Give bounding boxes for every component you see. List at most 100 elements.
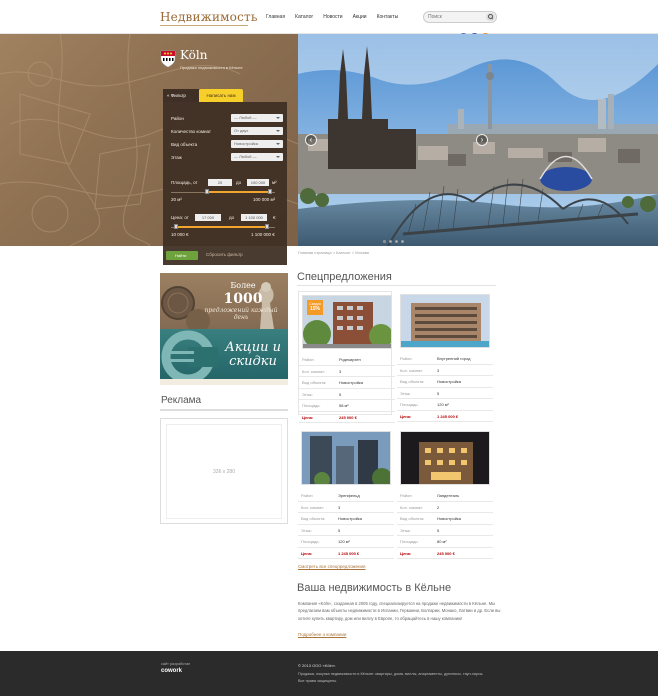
spec-row-district: Район: Родекирхен xyxy=(299,354,395,366)
search-icon[interactable] xyxy=(486,13,495,21)
offer-specs: Район: Эренфельд Кол. комнат: 3 Вид объект… xyxy=(298,490,394,559)
area-max-handle[interactable] xyxy=(267,189,272,194)
reset-filter-link[interactable]: Сбросить фильтр xyxy=(206,252,243,257)
nav-contacts[interactable]: Контакты xyxy=(377,14,399,20)
price-min-handle[interactable] xyxy=(174,224,179,229)
area-unit: м² xyxy=(272,180,277,185)
site-logo[interactable]: Недвижимость xyxy=(160,10,258,24)
spec-value: 5 xyxy=(437,390,440,396)
offer-specs: Район: Ланденталь Кол. комнат: 2 Вид объек… xyxy=(397,490,493,559)
spec-key: Кол. комнат: xyxy=(400,504,424,510)
ad-banner[interactable]: 336 x 280 xyxy=(160,418,288,524)
price-min-label: 10 000 € xyxy=(171,232,189,237)
nav-promotions[interactable]: Акции xyxy=(353,14,367,20)
spec-row-floor: Этаж: 5 xyxy=(299,389,395,400)
spec-price: 1 245 000 € xyxy=(437,413,459,419)
promo-offers-line1: Более xyxy=(230,281,256,290)
offer-card[interactable]: Скидка 15% Район: Родекирхен Кол. комнат: 3… xyxy=(298,291,395,423)
nav-news[interactable]: Новости xyxy=(323,14,342,20)
slider-prev-button[interactable]: ‹ xyxy=(305,134,317,146)
logo-underline xyxy=(160,25,248,26)
main-nav: Главная Каталог Новости Акции Контакты xyxy=(266,14,398,20)
building-photo xyxy=(401,432,489,484)
all-special-offers-link[interactable]: Смотреть все спецпредложения xyxy=(298,564,365,569)
nav-catalog[interactable]: Каталог xyxy=(295,14,313,20)
nav-home[interactable]: Главная xyxy=(266,14,285,20)
spec-key: Этаж: xyxy=(302,391,313,397)
offer-card[interactable]: Район: Эренфельд Кол. комнат: 3 Вид объект… xyxy=(298,428,394,559)
footer-description-line1: Продажа, покупка недвижимости в Кёльне: … xyxy=(298,672,484,676)
slider-next-button[interactable]: › xyxy=(476,134,488,146)
spec-row-price: Цена: 245 000 € xyxy=(299,412,395,423)
filter-row-type: Вид объекта Новостройка xyxy=(171,140,283,149)
spec-row-type: Вид объекта: Новостройка xyxy=(298,513,394,525)
price-to-label: до xyxy=(229,215,235,220)
offer-photo[interactable]: Скидка 15% xyxy=(302,295,392,349)
spec-row-rooms: Кол. комнат: 3 xyxy=(397,365,493,376)
spec-key: Цена: xyxy=(302,414,314,420)
tab-write-us[interactable]: Написать нам xyxy=(199,89,243,102)
slider-dot[interactable] xyxy=(389,240,392,243)
rooms-select[interactable]: От двух xyxy=(231,127,283,135)
spec-value: Новостройка xyxy=(338,516,362,521)
spec-key: Район: xyxy=(302,357,315,362)
filter-row-floor: Этаж — Любой — xyxy=(171,153,283,162)
district-label: Район xyxy=(171,116,184,121)
area-label: Площадь, от xyxy=(171,180,198,185)
spec-key: Этаж: xyxy=(400,390,411,396)
offer-specs: Район: Родекирхен Кол. комнат: 3 Вид объек… xyxy=(299,354,395,423)
floor-select[interactable]: — Любой — xyxy=(231,153,283,161)
floor-label: Этаж xyxy=(171,155,182,160)
slider-dot[interactable] xyxy=(395,240,398,243)
area-to-input[interactable]: 100 000 xyxy=(247,179,269,186)
offer-photo[interactable] xyxy=(400,294,490,348)
find-button[interactable]: Найти xyxy=(166,251,198,260)
spec-row-floor: Этаж: 5 xyxy=(397,525,493,536)
slider-dot[interactable] xyxy=(401,240,404,243)
about-title: Ваша недвижимость в Кёльне xyxy=(297,582,452,594)
spec-key: Площадь: xyxy=(302,403,321,408)
offer-specs: Район: Внутренний город Кол. комнат: 3 Вид… xyxy=(397,353,493,422)
footer-description: Продажа, покупка недвижимости в Кёльне: … xyxy=(298,671,508,684)
area-track-fill xyxy=(207,191,270,193)
spec-row-area: Площадь: 58 м² xyxy=(299,400,395,412)
about-more-link[interactable]: Подробнее о компании xyxy=(298,632,346,637)
promo-discounts-banner[interactable]: Акции и скидки xyxy=(160,329,288,385)
site-header: Недвижимость Главная Каталог Новости Акц… xyxy=(0,0,658,34)
search-box xyxy=(423,11,497,23)
offer-card[interactable]: Район: Внутренний город Кол. комнат: 3 Вид… xyxy=(397,291,493,422)
cologne-crest-icon xyxy=(160,50,176,68)
about-text: Компания «Köln», созданная в 2005 году, … xyxy=(298,601,501,621)
breadcrumb[interactable]: Главная страница > Каталог > Москва xyxy=(298,250,369,255)
special-offers-rule xyxy=(297,285,496,286)
offer-card[interactable]: Район: Ланденталь Кол. комнат: 2 Вид объек… xyxy=(397,428,493,559)
spec-value: 5 xyxy=(437,527,440,533)
area-min-handle[interactable] xyxy=(205,189,210,194)
spec-value: 5 xyxy=(338,527,341,533)
spec-value: 5 xyxy=(339,391,342,397)
search-input[interactable] xyxy=(428,12,484,22)
spec-value: Новостройка xyxy=(437,516,461,521)
spec-key: Кол. комнат: xyxy=(301,504,325,510)
promo-discounts-text: Акции и скидки xyxy=(225,340,281,369)
area-from-input[interactable]: 20 xyxy=(208,179,232,186)
spec-key: Район: xyxy=(400,493,413,498)
price-to-input[interactable]: 1 100 000 xyxy=(241,214,267,221)
price-max-handle[interactable] xyxy=(264,224,269,229)
offer-photo[interactable] xyxy=(301,431,391,485)
spec-row-rooms: Кол. комнат: 3 xyxy=(298,502,394,513)
spec-key: Цена: xyxy=(301,550,313,556)
tab-filter[interactable]: « Фильтр xyxy=(163,89,199,102)
area-to-label: до xyxy=(236,180,242,185)
spec-value: Эренфельд xyxy=(338,493,360,498)
price-from-input[interactable]: 17 000 xyxy=(195,214,221,221)
spec-row-type: Вид объекта: Новостройка xyxy=(299,377,395,389)
slider-dot[interactable] xyxy=(383,240,386,243)
district-select[interactable]: — Любой — xyxy=(231,114,283,122)
spec-price: 245 000 € xyxy=(339,414,357,420)
discount-badge: Скидка 15% xyxy=(307,300,323,315)
offer-photo[interactable] xyxy=(400,431,490,485)
promo-offers-banner[interactable]: Более 1000 предложений каждый день xyxy=(160,273,288,329)
type-select[interactable]: Новостройка xyxy=(231,140,283,148)
developer-logo[interactable]: cowork xyxy=(161,668,182,674)
